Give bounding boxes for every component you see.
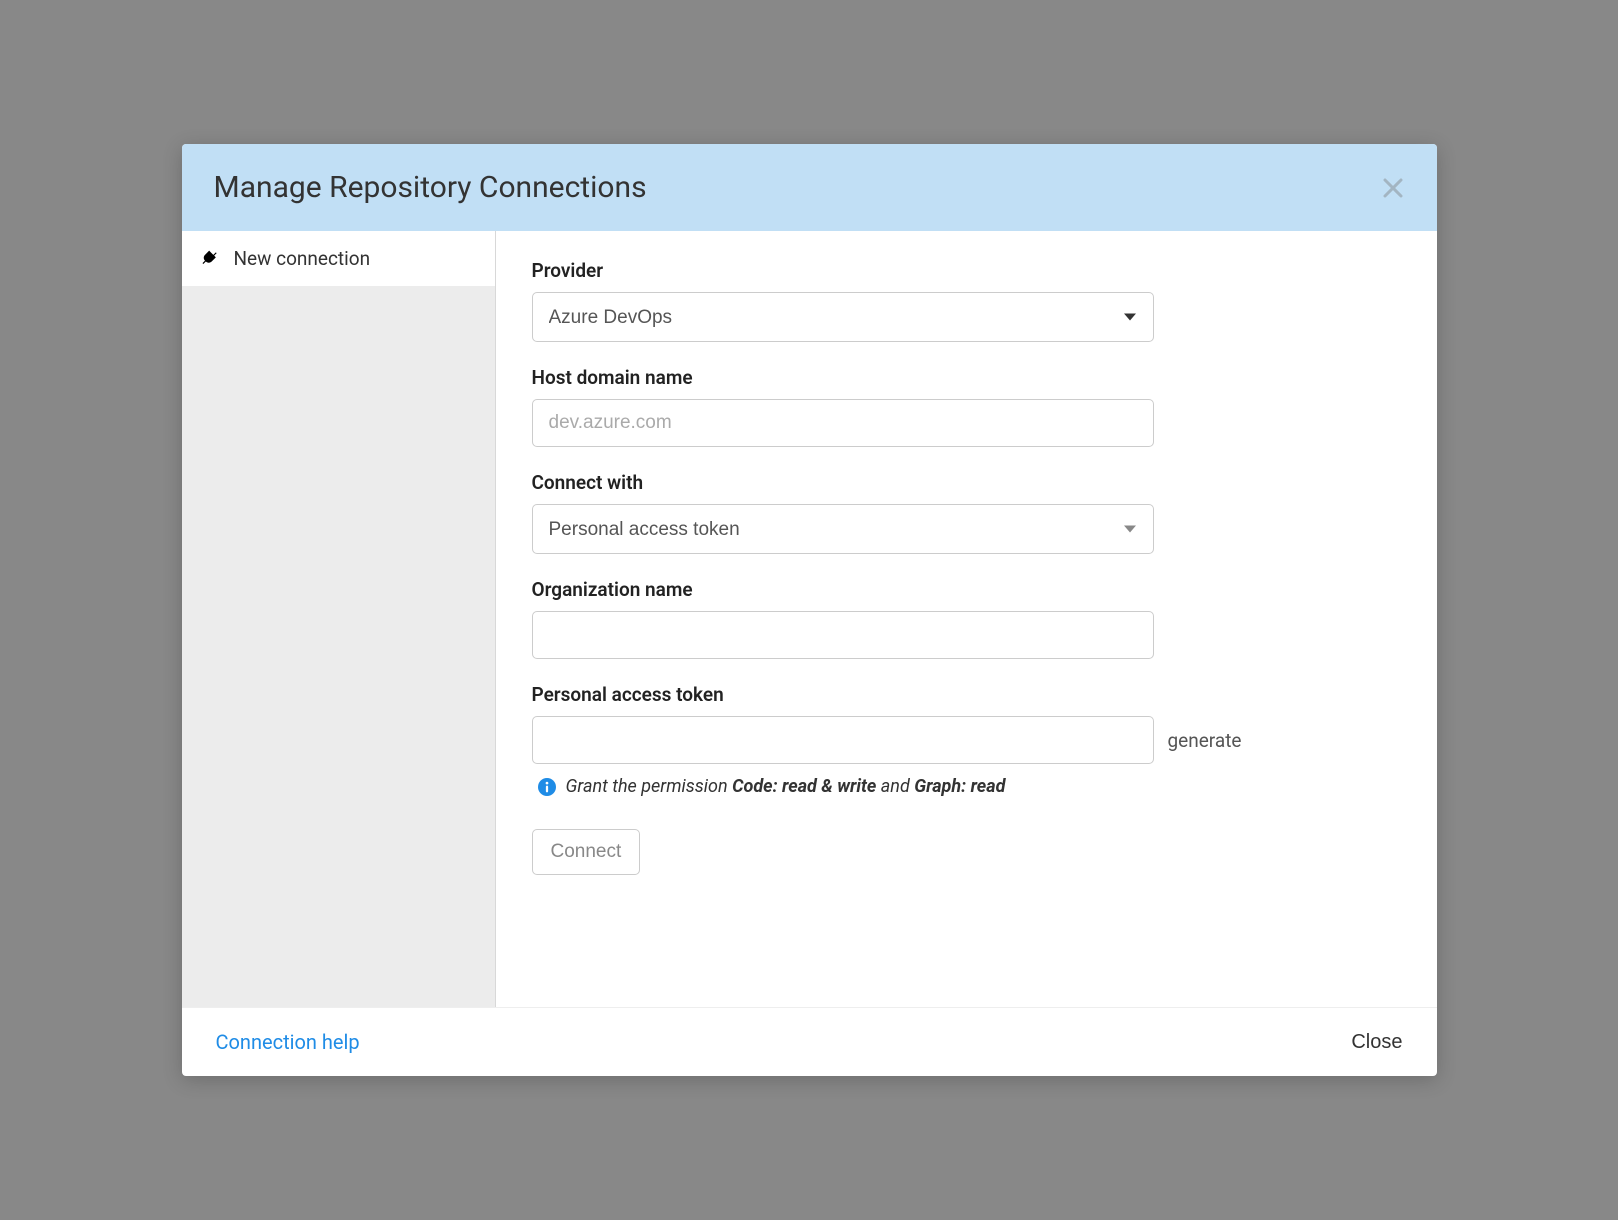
sidebar: New connection (182, 231, 496, 1007)
modal-footer: Connection help Close (182, 1007, 1437, 1076)
token-hint-text: Grant the permission Code: read & write … (566, 776, 1006, 797)
form-group-host-domain: Host domain name (532, 366, 1401, 447)
form-group-organization: Organization name (532, 578, 1401, 659)
provider-select[interactable]: Azure DevOps (532, 292, 1154, 342)
close-icon[interactable] (1381, 176, 1405, 200)
modal-header: Manage Repository Connections (182, 144, 1437, 231)
token-row: generate (532, 716, 1401, 764)
token-input[interactable] (532, 716, 1154, 764)
info-icon (538, 778, 556, 796)
token-hint: Grant the permission Code: read & write … (532, 776, 1401, 797)
connect-button[interactable]: Connect (532, 829, 641, 875)
form-group-provider: Provider Azure DevOps (532, 259, 1401, 342)
organization-label: Organization name (532, 578, 1401, 601)
connect-with-label: Connect with (532, 471, 1401, 494)
modal-body: New connection Provider Azure DevOps Hos… (182, 231, 1437, 1007)
main-content: Provider Azure DevOps Host domain name C… (496, 231, 1437, 1007)
connect-with-select-wrapper: Personal access token (532, 504, 1154, 554)
provider-label: Provider (532, 259, 1401, 282)
provider-select-wrapper: Azure DevOps (532, 292, 1154, 342)
modal-manage-connections: Manage Repository Connections New connec… (182, 144, 1437, 1076)
close-button[interactable]: Close (1351, 1031, 1402, 1054)
modal-title: Manage Repository Connections (214, 170, 647, 205)
token-label: Personal access token (532, 683, 1401, 706)
connection-help-link[interactable]: Connection help (216, 1030, 360, 1054)
form-group-token: Personal access token generate Grant (532, 683, 1401, 797)
host-domain-input[interactable] (532, 399, 1154, 447)
organization-input[interactable] (532, 611, 1154, 659)
sidebar-item-new-connection[interactable]: New connection (182, 231, 495, 287)
generate-link[interactable]: generate (1168, 729, 1242, 752)
sidebar-item-label: New connection (234, 247, 371, 270)
plug-icon (200, 249, 220, 269)
form-group-connect-with: Connect with Personal access token (532, 471, 1401, 554)
connect-with-select[interactable]: Personal access token (532, 504, 1154, 554)
host-domain-label: Host domain name (532, 366, 1401, 389)
